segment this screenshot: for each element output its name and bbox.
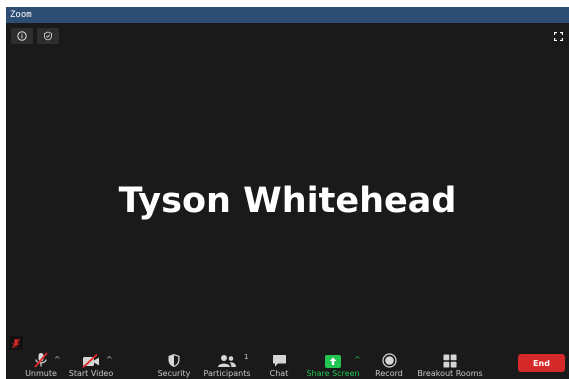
meeting-info-button[interactable] (11, 28, 33, 44)
start-video-label: Start Video (68, 369, 114, 378)
chat-label: Chat (269, 369, 289, 378)
share-screen-label: Share Screen (306, 369, 360, 378)
chat-icon (272, 355, 286, 367)
share-options-caret[interactable]: ^ (354, 355, 361, 364)
encryption-button[interactable] (37, 28, 59, 44)
participant-name: Tyson Whitehead (118, 181, 457, 221)
mic-muted-icon (34, 352, 48, 368)
security-button[interactable]: Security (154, 351, 194, 379)
share-screen-button[interactable]: Share Screen (306, 351, 360, 379)
chat-button[interactable]: Chat (264, 351, 294, 379)
zoom-window: Zoom Tyson Whitehead Unmute ^ Start Vide… (6, 7, 569, 379)
breakout-rooms-button[interactable]: Breakout Rooms (417, 351, 483, 379)
breakout-rooms-icon (443, 354, 457, 368)
unmute-label: Unmute (25, 369, 57, 378)
breakout-rooms-label: Breakout Rooms (417, 369, 483, 378)
share-screen-icon (325, 355, 341, 368)
fullscreen-button[interactable] (550, 28, 566, 44)
mic-muted-icon (12, 338, 20, 348)
record-icon (381, 353, 397, 368)
record-label: Record (375, 369, 403, 378)
participants-label: Participants (203, 369, 251, 378)
participants-count: 1 (244, 353, 249, 361)
participant-muted-indicator (9, 336, 23, 350)
info-icon (17, 31, 27, 41)
shield-check-icon (44, 31, 52, 41)
participants-icon (218, 355, 236, 367)
video-off-icon (82, 354, 99, 368)
shield-icon (168, 354, 180, 367)
record-button[interactable]: Record (372, 351, 406, 379)
fullscreen-icon (553, 31, 563, 41)
meeting-toolbar: Unmute ^ Start Video ^ Security Particip… (6, 351, 569, 379)
window-title: Zoom (6, 7, 569, 23)
video-area: Tyson Whitehead (6, 23, 569, 351)
end-meeting-button[interactable]: End (518, 354, 565, 372)
security-label: Security (157, 369, 191, 378)
audio-options-caret[interactable]: ^ (54, 355, 61, 364)
video-options-caret[interactable]: ^ (106, 355, 113, 364)
